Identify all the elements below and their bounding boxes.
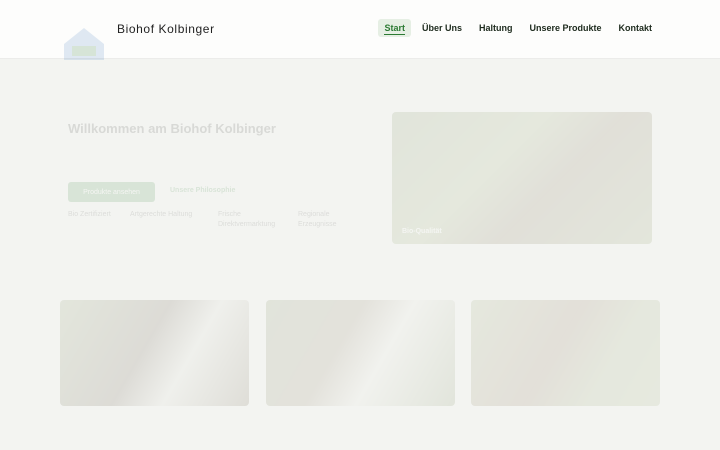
nav-item-kontakt[interactable]: Kontakt xyxy=(613,19,659,37)
gallery-card-calf[interactable] xyxy=(266,300,455,406)
site-header: Biohof Kolbinger Start Über Uns Haltung … xyxy=(0,0,720,62)
image-badge: Bio-Qualität xyxy=(402,228,442,235)
philosophy-link[interactable]: Unsere Philosophie xyxy=(170,187,235,194)
site-title[interactable]: Biohof Kolbinger xyxy=(117,22,215,36)
nav-item-unsere-produkte[interactable]: Unsere Produkte xyxy=(523,19,607,37)
feature-item: Regionale Erzeugnisse xyxy=(298,211,337,228)
feature-item: Bio Zertifiziert xyxy=(68,211,111,218)
gallery-card-calves[interactable] xyxy=(60,300,249,406)
hero-cow-image: Bio-Qualität xyxy=(392,112,652,244)
farm-logo-icon[interactable] xyxy=(60,22,108,62)
feature-item: Artgerechte Haltung xyxy=(130,211,193,218)
nav-item-haltung[interactable]: Haltung xyxy=(473,19,519,37)
gallery-card-cows[interactable] xyxy=(471,300,660,406)
hero-title: Willkommen am Biohof Kolbinger xyxy=(68,121,276,136)
products-button[interactable]: Produkte ansehen xyxy=(68,182,155,202)
feature-item: Frische Direktvermarktung xyxy=(218,211,276,228)
nav-item-ueber-uns[interactable]: Über Uns xyxy=(416,19,468,37)
main-nav: Start Über Uns Haltung Unsere Produkte K… xyxy=(373,19,658,37)
nav-item-start[interactable]: Start xyxy=(378,19,411,37)
